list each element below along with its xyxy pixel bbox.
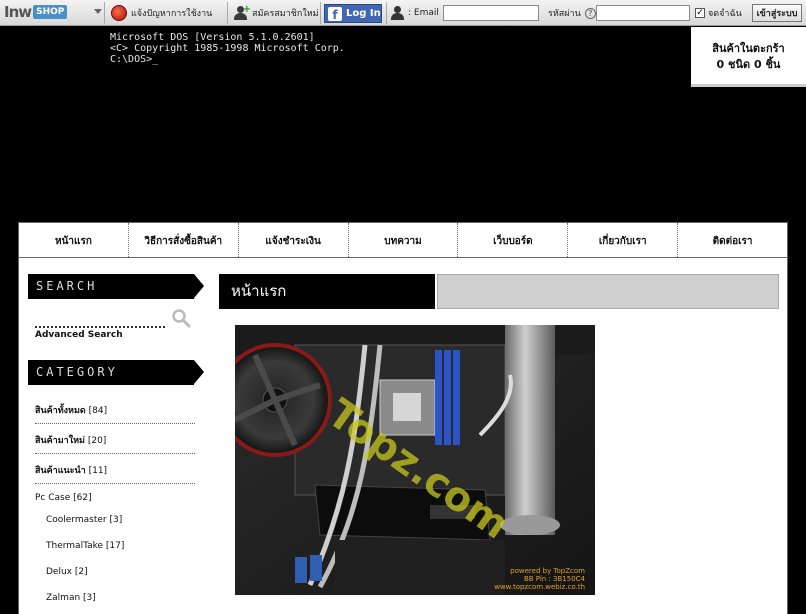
- category-count: [2]: [74, 567, 88, 577]
- photo-credit: powered by TopZcom: [510, 567, 585, 575]
- category-link[interactable]: สินค้าทั้งหมด [84]: [35, 403, 195, 424]
- search-heading: SEARCH: [28, 274, 204, 299]
- category-link[interactable]: Pc Case [62]: [35, 493, 195, 503]
- category-link[interactable]: สินค้าแนะนำ [11]: [35, 463, 195, 484]
- category-count: [11]: [88, 466, 108, 476]
- cart-summary[interactable]: สินค้าในตะกร้า 0 ชนิด 0 ชิ้น: [691, 27, 806, 87]
- search-input[interactable]: [35, 326, 165, 328]
- logo-shop-badge: SHOP: [33, 5, 68, 19]
- facebook-login-button[interactable]: f Log In: [324, 4, 382, 23]
- category-name: Zalman: [46, 593, 81, 603]
- category-link[interactable]: สินค้ามาใหม่ [20]: [35, 433, 195, 454]
- bug-icon: [111, 5, 127, 21]
- photo-credit: BB Pin : 3B150C4: [524, 575, 586, 583]
- category-name: สินค้าทั้งหมด: [35, 406, 86, 416]
- nav-about[interactable]: เกี่ยวกับเรา: [568, 223, 679, 257]
- page-title: หน้าแรก: [219, 274, 435, 309]
- subcategory-link[interactable]: ThermalTake [17]: [46, 541, 206, 551]
- add-user-icon: +: [234, 5, 251, 20]
- nav-payment[interactable]: แจ้งชำระเงิน: [239, 223, 349, 257]
- nav-articles[interactable]: บทความ: [349, 223, 459, 257]
- password-label: รหัสผ่าน: [548, 9, 581, 19]
- password-field[interactable]: [596, 5, 690, 21]
- top-toolbar: Inw SHOP แจ้งปัญหาการใช้งาน + สมัครสมาชิ…: [0, 0, 806, 26]
- inwshop-logo[interactable]: Inw SHOP: [4, 3, 68, 21]
- logo-text: Inw: [4, 3, 32, 21]
- category-count: [3]: [83, 593, 96, 603]
- facebook-icon: f: [328, 6, 342, 21]
- register-link[interactable]: + สมัครสมาชิกใหม่: [234, 4, 319, 22]
- email-label: : Email: [408, 8, 439, 18]
- divider: [104, 2, 105, 24]
- remember-me-label: จดจำฉัน: [708, 9, 742, 19]
- help-icon[interactable]: ?: [584, 7, 596, 19]
- dos-line: <C> Copyright 1985-1998 Microsoft Corp.: [110, 43, 345, 54]
- category-name: Pc Case: [35, 493, 71, 503]
- divider: [227, 2, 228, 24]
- nav-contact[interactable]: ติดต่อเรา: [678, 223, 787, 257]
- category-count: [20]: [87, 436, 107, 446]
- subcategory-link[interactable]: Delux [2]: [46, 567, 206, 577]
- report-problem-label: แจ้งปัญหาการใช้งาน: [131, 9, 213, 19]
- chevron-down-icon[interactable]: [94, 9, 102, 14]
- category-name: สินค้ามาใหม่: [35, 436, 85, 446]
- category-name: สินค้าแนะนำ: [35, 466, 86, 476]
- user-icon: [391, 6, 404, 20]
- nav-home[interactable]: หน้าแรก: [19, 223, 129, 257]
- login-button[interactable]: เข้าสู่ระบบ: [752, 4, 802, 22]
- advanced-search-link[interactable]: Advanced Search: [35, 330, 123, 340]
- register-label: สมัครสมาชิกใหม่: [252, 9, 319, 19]
- report-problem-link[interactable]: แจ้งปัญหาการใช้งาน: [111, 4, 212, 22]
- content-area: SEARCH Advanced Search CATEGORY สินค้าทั…: [18, 258, 788, 614]
- dos-line: Microsoft DOS [Version 5.1.0.2601]: [110, 32, 315, 43]
- search-icon[interactable]: [171, 308, 191, 328]
- featured-product-image[interactable]: Topz.com powered by TopZcom BB Pin : 3B1…: [235, 325, 595, 595]
- category-count: [17]: [105, 541, 125, 551]
- email-label-group: : Email: [391, 4, 439, 22]
- divider: [386, 2, 387, 24]
- category-name: Delux: [46, 567, 72, 577]
- main-nav: หน้าแรก วิธีการสั่งซื้อสินค้า แจ้งชำระเง…: [18, 222, 788, 258]
- remember-me-group: จดจำฉัน: [708, 4, 742, 22]
- title-bar-filler: [437, 274, 779, 309]
- category-heading: CATEGORY: [28, 360, 204, 385]
- subcategory-link[interactable]: Zalman [3]: [46, 593, 206, 603]
- category-count: [3]: [109, 515, 123, 525]
- facebook-login-label: Log In: [346, 8, 381, 19]
- nav-how-to-order[interactable]: วิธีการสั่งซื้อสินค้า: [129, 223, 239, 257]
- category-count: [62]: [73, 493, 92, 503]
- email-field[interactable]: [443, 5, 539, 21]
- category-name: Coolermaster: [46, 515, 107, 525]
- remember-me-checkbox[interactable]: ✓: [695, 8, 705, 18]
- divider: [320, 2, 321, 24]
- category-name: ThermalTake: [46, 541, 104, 551]
- photo-credit: www.topzcom.webiz.co.th: [494, 583, 585, 591]
- pc-build-photo: Topz.com powered by TopZcom BB Pin : 3B1…: [235, 325, 595, 595]
- nav-webboard[interactable]: เว็บบอร์ด: [458, 223, 569, 257]
- category-count: [84]: [88, 406, 108, 416]
- cart-title: สินค้าในตะกร้า: [712, 42, 785, 55]
- dos-banner: Microsoft DOS [Version 5.1.0.2601] <C> Co…: [110, 32, 345, 65]
- cart-count: 0 ชนิด 0 ชิ้น: [716, 58, 781, 71]
- dos-prompt: C:\DOS>_: [110, 54, 159, 65]
- password-label-group: รหัสผ่าน ?: [548, 4, 596, 22]
- subcategory-link[interactable]: Coolermaster [3]: [46, 515, 206, 525]
